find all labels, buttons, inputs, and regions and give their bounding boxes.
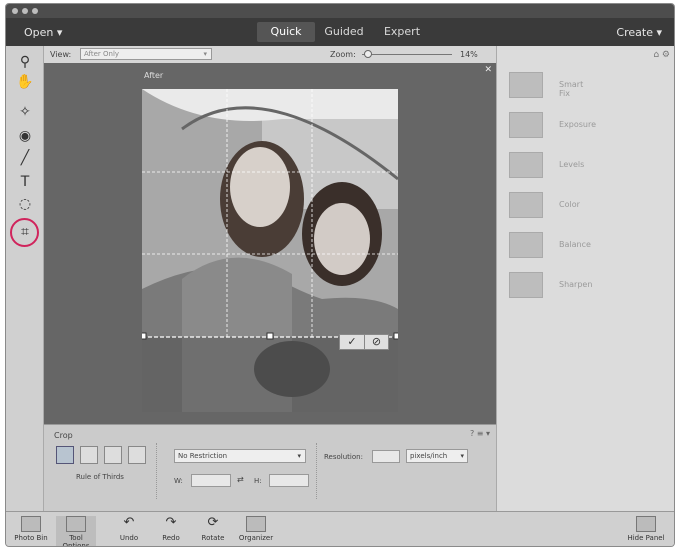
- rule-of-thirds-label: Rule of Thirds: [76, 473, 124, 481]
- hide-panel-icon: [636, 516, 656, 532]
- blank-overlay-icon[interactable]: [128, 446, 146, 464]
- balance-scale-icon: [509, 232, 543, 258]
- undo-icon: ↶: [123, 515, 135, 530]
- redo-icon: ↷: [165, 515, 177, 530]
- view-options-bar: View: After Only ▾ Zoom: 14%: [44, 46, 496, 63]
- close-icon[interactable]: ✕: [484, 65, 492, 75]
- zoom-label: Zoom:: [330, 50, 356, 59]
- mode-bar: Open ▾ Quick Guided Expert Create ▾: [6, 18, 674, 46]
- view-label: View:: [50, 50, 72, 59]
- tool-options-icon: [66, 516, 86, 532]
- tool-options-button[interactable]: Tool Options: [56, 516, 96, 547]
- organizer-label: Organizer: [238, 534, 274, 542]
- create-menu[interactable]: Create ▾: [616, 26, 662, 39]
- hide-panel-button[interactable]: Hide Panel: [624, 516, 668, 542]
- hand-tool-icon[interactable]: ✋: [15, 72, 35, 92]
- minimize-window-button[interactable]: [22, 8, 28, 14]
- resolution-unit-value: pixels/inch: [410, 452, 448, 460]
- sharpen-thumbnail-icon: [509, 272, 543, 298]
- create-label: Create: [616, 26, 653, 39]
- photo-bin-button[interactable]: Photo Bin: [14, 516, 48, 542]
- red-eye-tool-icon[interactable]: ◉: [15, 126, 35, 146]
- mode-tabs: Quick Guided Expert: [257, 22, 431, 42]
- chevron-down-icon: ▾: [297, 452, 301, 460]
- zoom-value: 14%: [460, 50, 478, 59]
- smart-fix-thumbnail-icon: [509, 72, 543, 98]
- whiten-teeth-tool-icon[interactable]: ╱: [15, 148, 35, 168]
- redo-button[interactable]: ↷ Redo: [156, 515, 186, 543]
- app-window: Open ▾ Quick Guided Expert Create ▾ ⚲ ✋ …: [5, 3, 675, 547]
- zoom-slider[interactable]: [362, 54, 452, 55]
- photo-image[interactable]: [142, 89, 398, 412]
- view-value: After Only: [84, 50, 120, 58]
- zoom-tool-icon[interactable]: ⚲: [15, 52, 35, 72]
- aspect-ratio-select[interactable]: No Restriction ▾: [174, 449, 306, 463]
- after-label: After: [144, 71, 164, 80]
- view-select[interactable]: After Only ▾: [80, 48, 212, 60]
- organizer-button[interactable]: Organizer: [236, 516, 276, 542]
- width-field[interactable]: [191, 474, 231, 487]
- levels-label: Levels: [559, 160, 585, 169]
- rotate-button[interactable]: ⟳ Rotate: [198, 515, 228, 543]
- tools-panel: ⚲ ✋ ✧ ◉ ╱ T ◌ ⌗: [6, 46, 44, 511]
- color-sliders-icon: [509, 192, 543, 218]
- height-field[interactable]: [269, 474, 309, 487]
- chevron-down-icon: ▾: [460, 452, 464, 460]
- rotate-icon: ⟳: [207, 515, 219, 530]
- width-label: W:: [174, 477, 183, 485]
- panel-options-icon[interactable]: ⌂ ⚙: [653, 50, 670, 60]
- quick-adjustments-panel: ⌂ ⚙ Smart Fix Exposure Levels Color Bala…: [496, 46, 674, 511]
- grid-overlay-icon[interactable]: [80, 446, 98, 464]
- quick-selection-tool-icon[interactable]: ✧: [15, 102, 35, 122]
- resolution-field[interactable]: [372, 450, 400, 463]
- organizer-icon: [246, 516, 266, 532]
- sharpen-label: Sharpen: [559, 280, 593, 289]
- undo-button[interactable]: ↶ Undo: [114, 515, 144, 543]
- divider: [156, 443, 157, 499]
- spot-healing-tool-icon[interactable]: ◌: [15, 194, 35, 214]
- crop-commit-bar: ✓ ⊘: [339, 334, 389, 350]
- tab-guided[interactable]: Guided: [315, 22, 373, 42]
- tab-quick[interactable]: Quick: [257, 22, 315, 42]
- aspect-ratio-value: No Restriction: [178, 452, 228, 460]
- crop-tool-icon[interactable]: ⌗: [15, 222, 35, 242]
- exposure-thumbnail-icon: [509, 112, 543, 138]
- zoom-slider-handle[interactable]: [364, 50, 372, 58]
- photo-bin-label: Photo Bin: [14, 534, 48, 542]
- smart-fix-label: Smart Fix: [559, 80, 584, 98]
- tool-options-label: Tool Options: [62, 534, 90, 547]
- color-label: Color: [559, 200, 580, 209]
- redo-label: Redo: [162, 534, 180, 542]
- close-window-button[interactable]: [12, 8, 18, 14]
- crop-title: Crop: [54, 431, 73, 440]
- open-menu[interactable]: Open ▾: [24, 26, 62, 39]
- photo-bin-icon: [21, 516, 41, 532]
- open-label: Open: [24, 26, 54, 39]
- type-tool-icon[interactable]: T: [15, 172, 35, 192]
- swap-dimensions-icon[interactable]: ⇄: [237, 475, 244, 484]
- resolution-unit-select[interactable]: pixels/inch ▾: [406, 449, 468, 463]
- rotate-label: Rotate: [201, 534, 225, 542]
- balance-label: Balance: [559, 240, 591, 249]
- resolution-label: Resolution:: [324, 453, 363, 461]
- undo-label: Undo: [119, 534, 139, 542]
- exposure-label: Exposure: [559, 120, 597, 129]
- help-icon[interactable]: ? ≡ ▾: [470, 429, 490, 438]
- commit-check-icon[interactable]: ✓: [340, 335, 364, 349]
- bottom-bar: Photo Bin Tool Options ↶ Undo ↷ Redo ⟳ R…: [6, 511, 674, 547]
- chevron-down-icon: ▾: [203, 50, 207, 58]
- zoom-window-button[interactable]: [32, 8, 38, 14]
- divider: [316, 443, 317, 499]
- title-bar: [6, 4, 674, 18]
- levels-histogram-icon: [509, 152, 543, 178]
- no-overlay-icon[interactable]: [104, 446, 122, 464]
- tab-expert[interactable]: Expert: [373, 22, 431, 42]
- crop-tool-options: Crop ? ≡ ▾ Rule of Thirds No Restriction…: [44, 424, 496, 511]
- height-label: H:: [254, 477, 262, 485]
- hide-panel-label: Hide Panel: [627, 534, 665, 542]
- rule-of-thirds-grid-icon[interactable]: [56, 446, 74, 464]
- cancel-circle-icon[interactable]: ⊘: [363, 335, 388, 349]
